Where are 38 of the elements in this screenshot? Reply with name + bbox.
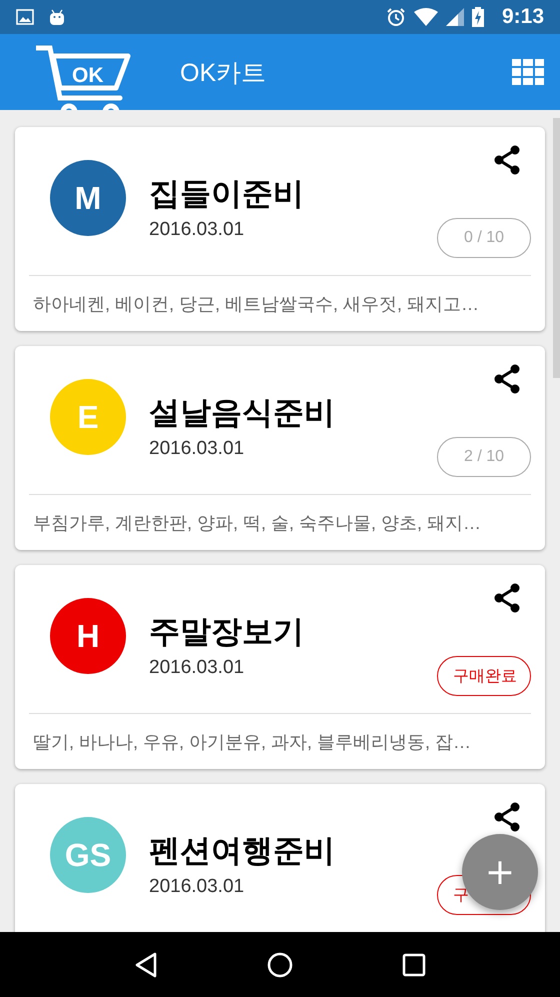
share-icon[interactable] <box>493 583 521 613</box>
avatar: M <box>50 160 126 236</box>
recents-icon[interactable] <box>402 952 426 976</box>
share-icon[interactable] <box>493 364 521 394</box>
android-icon <box>48 8 66 26</box>
list-title: 집들이준비 <box>149 175 304 213</box>
signal-icon <box>446 8 464 26</box>
clock-time: 9:13 <box>502 5 544 29</box>
cart-logo: OK <box>36 34 136 110</box>
status-badge: 0 / 10 <box>437 218 531 258</box>
list-card[interactable]: H 주말장보기 2016.03.01 구매완료 딸기, 바나나, 우유, 아기분유, 과자, 블루베리냉동, 잡… <box>15 565 545 769</box>
share-icon[interactable] <box>493 802 521 832</box>
battery-charging-icon <box>472 7 484 27</box>
share-icon[interactable] <box>493 145 521 175</box>
list-title: 설날음식준비 <box>149 394 335 432</box>
status-badge: 2 / 10 <box>437 437 531 477</box>
app-title: OK카트 <box>180 58 266 88</box>
list-date: 2016.03.01 <box>149 219 246 241</box>
list-card[interactable]: E 설날음식준비 2016.03.01 2 / 10 부침가루, 계란한판, 양파, 떡, 술, 숙주나물, 양초, 돼지… <box>15 346 545 550</box>
item-summary: 딸기, 바나나, 우유, 아기분유, 과자, 블루베리냉동, 잡… <box>32 731 472 754</box>
avatar: GS <box>50 817 126 893</box>
grid-icon[interactable] <box>512 59 544 85</box>
list-title: 펜션여행준비 <box>149 832 335 870</box>
list-date: 2016.03.01 <box>149 657 246 679</box>
item-summary: 부침가루, 계란한판, 양파, 떡, 술, 숙주나물, 양초, 돼지… <box>32 512 482 535</box>
list-card[interactable]: M 집들이준비 2016.03.01 0 / 10 하아네켄, 베이컨, 당근, 베트남쌀국수, 새우젓, 돼지고… <box>15 127 545 331</box>
wifi-icon <box>414 8 438 26</box>
back-icon[interactable] <box>134 952 158 978</box>
list-date: 2016.03.01 <box>149 438 246 460</box>
list-title: 주말장보기 <box>149 613 304 651</box>
avatar: H <box>50 598 126 674</box>
item-summary: 하아네켄, 베이컨, 당근, 베트남쌀국수, 새우젓, 돼지고… <box>32 293 480 316</box>
home-icon[interactable] <box>266 952 293 978</box>
list-date: 2016.03.01 <box>149 876 246 898</box>
image-icon <box>16 9 34 25</box>
alarm-icon <box>386 7 406 27</box>
avatar: E <box>50 379 126 455</box>
status-badge: 구매완료 <box>437 656 531 696</box>
